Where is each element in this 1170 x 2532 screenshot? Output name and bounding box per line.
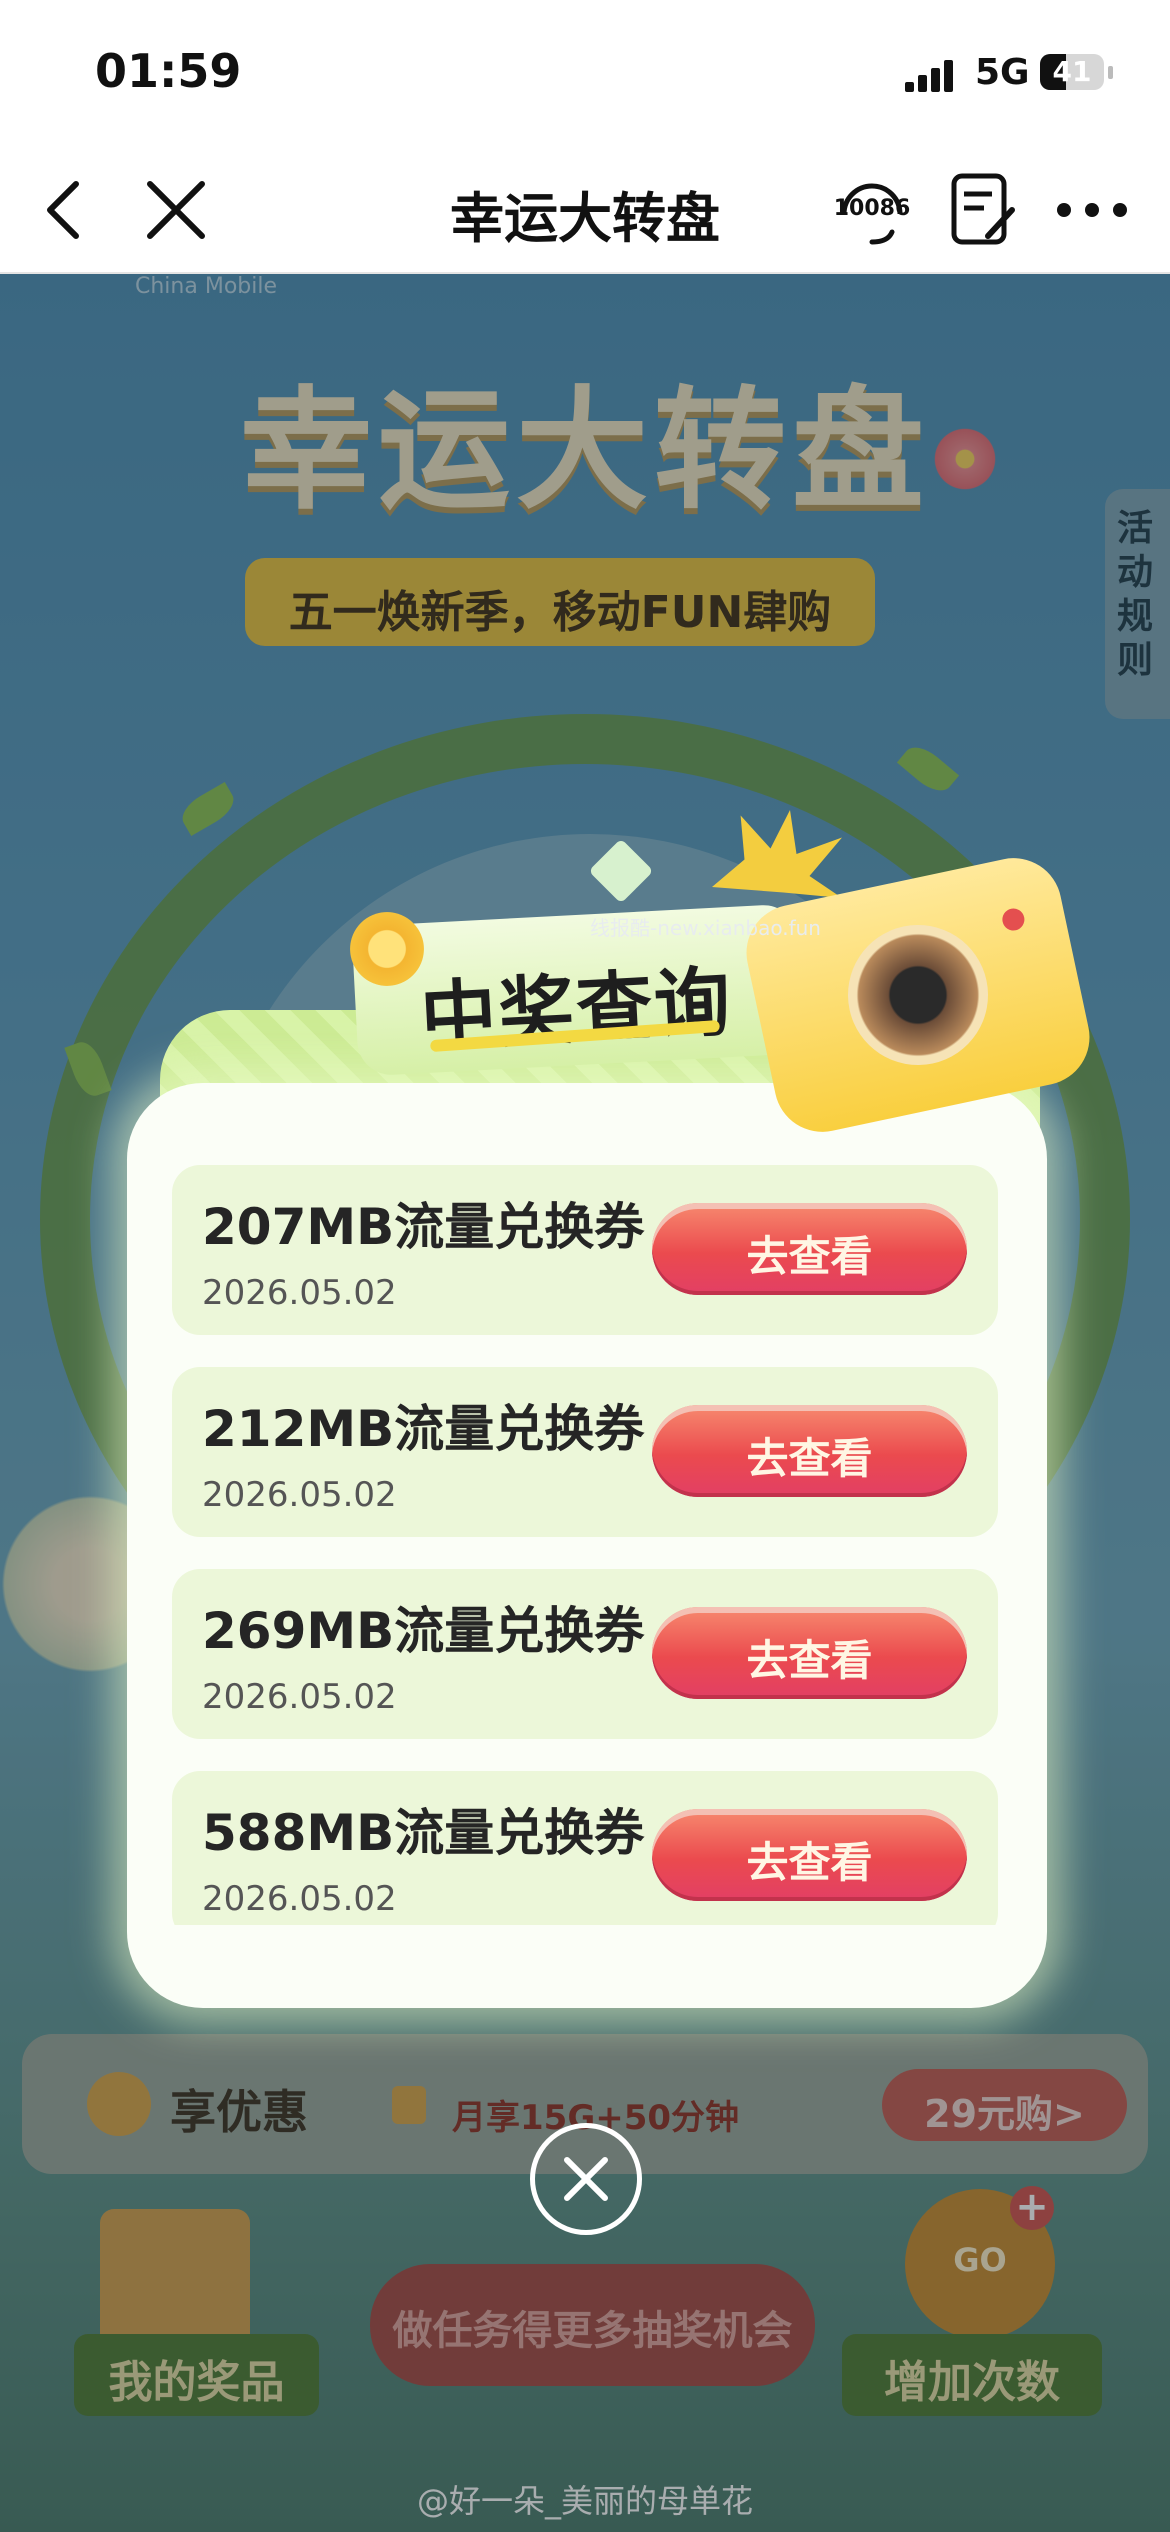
view-button-label: 去查看 — [746, 1636, 873, 1685]
view-button[interactable]: 去查看 — [652, 1203, 967, 1295]
status-bar: 01:59 5G 41 — [0, 0, 1170, 150]
view-button[interactable]: 去查看 — [652, 1809, 967, 1901]
status-time: 01:59 — [95, 44, 242, 98]
more-icon[interactable] — [1050, 180, 1134, 240]
battery-cap — [1108, 66, 1113, 79]
battery-level: 41 — [1052, 55, 1092, 88]
dialog-close-button[interactable] — [530, 2123, 642, 2235]
view-button-label: 去查看 — [746, 1434, 873, 1483]
prize-name: 269MB流量兑换券 — [202, 1602, 645, 1660]
source-watermark: 线报酷-new.xianbao.fun — [590, 916, 821, 940]
view-button-label: 去查看 — [746, 1232, 873, 1281]
network-label: 5G — [975, 52, 1030, 93]
notes-icon[interactable] — [948, 170, 1020, 250]
prize-name: 212MB流量兑换券 — [202, 1400, 645, 1458]
close-icon[interactable] — [140, 174, 212, 246]
prize-name: 588MB流量兑换券 — [202, 1804, 645, 1862]
customer-service-button[interactable]: 10086 — [832, 170, 912, 250]
view-button[interactable]: 去查看 — [652, 1405, 967, 1497]
nav-bar: 幸运大转盘 10086 — [0, 150, 1170, 274]
prize-date: 2026.05.02 — [202, 1677, 397, 1717]
close-icon — [564, 2157, 608, 2201]
prize-date: 2026.05.02 — [202, 1879, 397, 1919]
camera-lens — [834, 911, 1002, 1079]
prize-item: 207MB流量兑换券 2026.05.02 去查看 — [172, 1165, 998, 1335]
prize-date: 2026.05.02 — [202, 1273, 397, 1313]
flower-icon — [350, 912, 424, 986]
view-button[interactable]: 去查看 — [652, 1607, 967, 1699]
prize-item: 269MB流量兑换券 2026.05.02 去查看 — [172, 1569, 998, 1739]
prize-name: 207MB流量兑换券 — [202, 1198, 645, 1256]
page-title: 幸运大转盘 — [450, 187, 720, 250]
prize-item: 212MB流量兑换券 2026.05.02 去查看 — [172, 1367, 998, 1537]
signal-icon — [905, 58, 957, 92]
back-icon[interactable] — [30, 174, 102, 246]
prize-list[interactable]: 207MB流量兑换券 2026.05.02 去查看 212MB流量兑换券 202… — [172, 1165, 998, 1925]
camera-light — [1000, 906, 1027, 933]
view-button-label: 去查看 — [746, 1838, 873, 1887]
service-number: 10086 — [833, 196, 911, 221]
prize-date: 2026.05.02 — [202, 1475, 397, 1515]
prize-item: 588MB流量兑换券 2026.05.02 去查看 — [172, 1771, 998, 1925]
battery-icon: 41 — [1040, 54, 1104, 90]
